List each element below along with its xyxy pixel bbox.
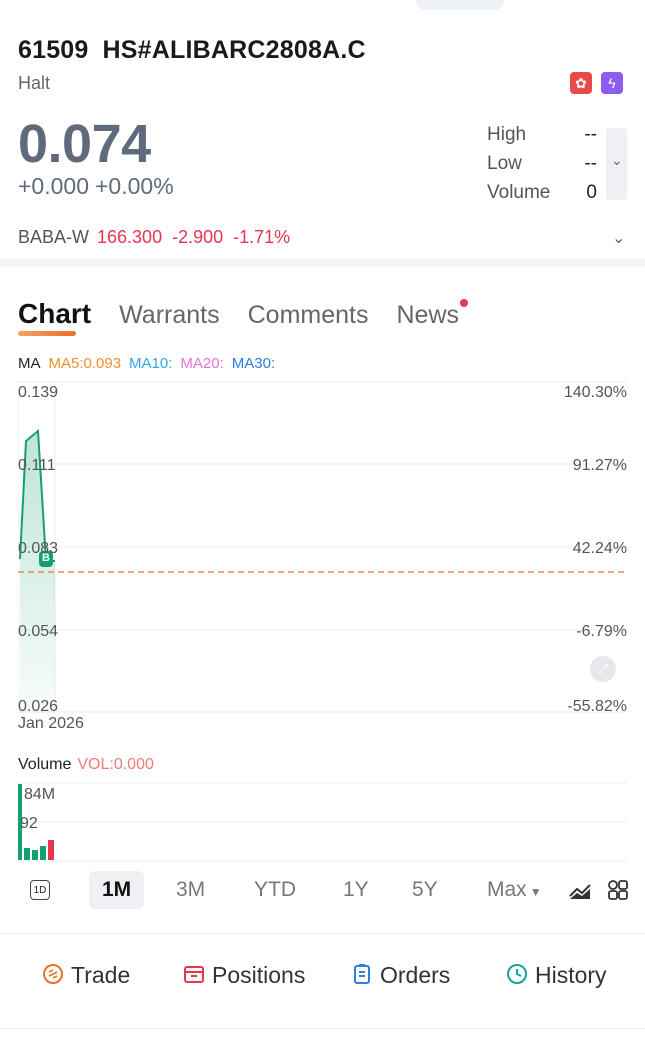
change-percent: +0.00%: [95, 173, 174, 199]
period-max-label: Max: [487, 878, 527, 901]
positions-button[interactable]: Positions: [183, 962, 305, 991]
caret-down-icon: ▼: [529, 885, 542, 899]
trade-button[interactable]: Trade: [42, 962, 130, 991]
tab-comments[interactable]: Comments: [248, 301, 369, 330]
stat-value: --: [584, 153, 597, 174]
action-bar: Trade Positions Orders History: [0, 962, 645, 1002]
stat-label: High: [487, 124, 527, 145]
chevron-down-icon[interactable]: ⌄: [612, 228, 625, 248]
y-tick-right: -55.82%: [567, 698, 627, 715]
grid-layout-icon[interactable]: [607, 871, 629, 909]
divider: [0, 933, 645, 934]
1d-icon[interactable]: 1D: [30, 880, 50, 900]
tab-news-label: News: [396, 301, 459, 329]
stat-value: 0: [586, 182, 597, 203]
positions-label: Positions: [212, 962, 306, 988]
stat-low: Low --: [487, 153, 597, 182]
underlying-change-pct: -1.71%: [233, 227, 291, 247]
hk-market-icon: ✿: [570, 72, 592, 94]
tab-chart[interactable]: Chart: [18, 298, 91, 336]
detail-tabs: Chart Warrants Comments News: [18, 298, 487, 338]
period-ytd[interactable]: YTD: [254, 871, 296, 909]
grid-layout-svg: [608, 880, 628, 901]
y-tick-left: 0.139: [18, 384, 59, 401]
underlying-change: -2.900: [172, 227, 224, 247]
top-handle: [415, 0, 505, 10]
section-divider: [0, 259, 645, 267]
y-tick-left: 0.083: [18, 540, 59, 557]
period-max[interactable]: Max ▼: [487, 871, 542, 911]
ma10-value: MA10:: [129, 355, 173, 372]
ma30-value: MA30:: [231, 355, 276, 372]
volume-bar: [48, 840, 54, 860]
y-tick-left: 0.054: [18, 623, 59, 640]
y-tick-left: 0.026: [18, 698, 59, 715]
volume-legend: Volume VOL:0.000: [18, 756, 154, 774]
volume-tick: 84M: [24, 786, 56, 803]
orders-button[interactable]: Orders: [351, 962, 450, 991]
volume-value: VOL:0.000: [77, 756, 154, 773]
ma20-value: MA20:: [180, 355, 224, 372]
y-tick-right: 91.27%: [572, 457, 627, 474]
volume-bar: [40, 846, 46, 860]
fullscreen-icon[interactable]: ⤢: [590, 656, 616, 682]
positions-icon: [183, 963, 205, 991]
price-change: +0.000 +0.00%: [18, 173, 180, 200]
clipboard-icon: [351, 963, 373, 991]
period-3m[interactable]: 3M: [176, 871, 205, 909]
price-chart[interactable]: B 0.139 0.111 0.083 0.054 0.026 140.30% …: [18, 381, 627, 715]
y-tick-right: 42.24%: [572, 540, 627, 557]
x-axis-label: Jan 2026: [18, 715, 84, 732]
clock-icon: [506, 963, 528, 991]
last-price: 0.074: [18, 114, 151, 174]
lightning-icon[interactable]: ϟ: [601, 72, 623, 94]
underlying-quote[interactable]: BABA-W 166.300 -2.900 -1.71%: [18, 227, 300, 248]
chevron-down-icon: ⌄: [611, 152, 623, 168]
ma-legend[interactable]: MA MA5:0.093 MA10: MA20: MA30:: [18, 355, 283, 372]
volume-label: Volume: [18, 756, 72, 773]
history-button[interactable]: History: [506, 962, 607, 991]
y-tick-right: -6.79%: [576, 623, 627, 640]
y-tick-left: 0.111: [18, 457, 56, 474]
orders-label: Orders: [380, 962, 451, 988]
trading-status: Halt: [18, 73, 51, 93]
trade-label: Trade: [71, 962, 131, 988]
security-name: HS#ALIBARC2808A.C: [102, 36, 366, 64]
security-code: 61509: [18, 36, 89, 64]
period-selector: 1D 1M 3M YTD 1Y 5Y Max ▼: [0, 871, 645, 911]
tab-news[interactable]: News: [396, 299, 468, 330]
tab-warrants[interactable]: Warrants: [119, 301, 219, 330]
history-label: History: [535, 962, 607, 988]
price-chart-svg: [18, 381, 627, 713]
period-1y[interactable]: 1Y: [343, 871, 369, 909]
ma5-value: MA5:0.093: [48, 355, 122, 372]
underlying-price: 166.300: [97, 227, 163, 247]
stats-expand-button[interactable]: ⌄: [606, 128, 627, 200]
period-5y[interactable]: 5Y: [412, 871, 438, 909]
unread-dot: [460, 299, 468, 307]
ma-label: MA: [18, 355, 41, 372]
underlying-name: BABA-W: [18, 227, 90, 247]
volume-bar: [24, 848, 30, 860]
stat-label: Volume: [487, 182, 551, 203]
y-tick-right: 140.30%: [563, 384, 627, 401]
stat-high: High --: [487, 124, 597, 153]
trade-icon: [42, 963, 64, 991]
volume-tick: 92: [20, 815, 38, 832]
stat-volume: Volume 0: [487, 182, 597, 211]
stat-value: --: [584, 124, 597, 145]
volume-chart-svg: [18, 782, 627, 862]
stat-label: Low: [487, 153, 522, 174]
change-value: +0.000: [18, 173, 89, 199]
stats-panel: High -- Low -- Volume 0: [487, 124, 597, 211]
chart-type-icon[interactable]: [568, 871, 592, 909]
security-title: 61509 HS#ALIBARC2808A.C: [18, 36, 380, 65]
period-1m[interactable]: 1M: [89, 871, 145, 909]
chart-type-svg: [569, 884, 591, 900]
volume-chart[interactable]: 84M 92: [18, 782, 627, 862]
divider: [0, 1028, 645, 1029]
volume-bar: [32, 850, 38, 860]
